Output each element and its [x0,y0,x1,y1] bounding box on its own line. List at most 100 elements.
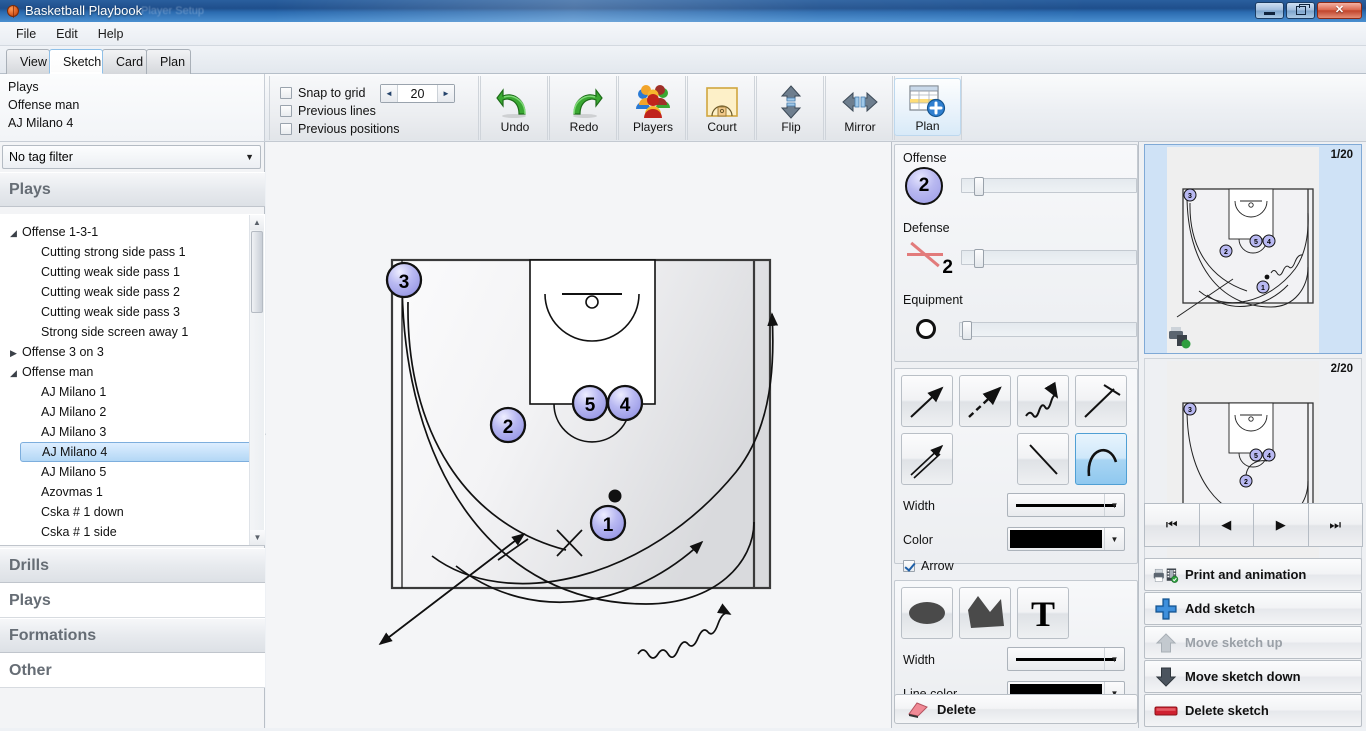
line-width-combo[interactable]: ▼ [1007,493,1125,517]
tree-item-aj-milano-3[interactable]: AJ Milano 3 [0,422,265,442]
court-icon [704,84,740,120]
menu-edit[interactable]: Edit [46,24,88,44]
tree-item-cutting-weak-side-pass-1[interactable]: Cutting weak side pass 1 [0,262,265,282]
snap-to-grid-checkbox[interactable] [280,87,292,99]
flip-button[interactable]: Flip [761,78,821,136]
library-section-other[interactable]: Other [0,653,265,688]
grid-size-stepper[interactable]: ◄ 20 ► [380,84,455,103]
sketch-preview-1: 3 2 5 4 1 [1167,147,1319,353]
shape-width-preview [1016,657,1116,661]
dashed-arrow-tool[interactable] [959,375,1011,427]
previous-lines-row[interactable]: Previous lines [280,102,475,120]
tree-item-aj-milano-1[interactable]: AJ Milano 1 [0,382,265,402]
offense-count-slider[interactable] [961,177,1137,196]
line-color-combo[interactable]: ▼ [1007,527,1125,551]
library-header-plays[interactable]: Plays [0,172,265,207]
minimize-button[interactable] [1255,2,1284,19]
double-line-arrow-tool[interactable] [901,433,953,485]
arrow-up-icon [1153,632,1179,654]
plain-line-tool[interactable] [1017,433,1069,485]
roster-counts-box: Offense 2 Defense 2 Equipment [894,144,1138,362]
equipment-count-slider[interactable] [959,321,1137,340]
text-tool[interactable]: T [1017,587,1069,639]
tree-item-cutting-weak-side-pass-2[interactable]: Cutting weak side pass 2 [0,282,265,302]
first-sketch-button[interactable]: ⏮ [1144,503,1200,547]
scroll-up-arrow-icon[interactable]: ▲ [250,215,264,230]
defense-slider-knob[interactable] [974,249,984,268]
sketch-thumbnail-1[interactable]: 1/20 3 2 5 4 1 [1144,144,1362,354]
tree-item-aj-milano-2[interactable]: AJ Milano 2 [0,402,265,422]
move-sketch-down-button[interactable]: Move sketch down [1144,660,1362,693]
arrow-checkbox[interactable] [903,560,915,572]
tree-item-strong-side-screen-away-1[interactable]: Strong side screen away 1 [0,322,265,342]
add-sketch-button[interactable]: Add sketch [1144,592,1362,625]
polygon-tool[interactable] [959,587,1011,639]
previous-lines-checkbox[interactable] [280,105,292,117]
undo-button[interactable]: Undo [485,78,545,136]
menu-file[interactable]: File [6,24,46,44]
ellipse-tool[interactable] [901,587,953,639]
tree-item-cska-1-down[interactable]: Cska # 1 down [0,502,265,522]
plan-button[interactable]: Plan [894,78,961,136]
grid-decrement-button[interactable]: ◄ [381,85,398,102]
mirror-button[interactable]: Mirror [830,78,890,136]
tab-sketch[interactable]: Sketch [49,49,103,74]
plan-add-icon [908,83,948,119]
library-section-formations[interactable]: Formations [0,618,265,653]
court-button[interactable]: Court [692,78,752,136]
menu-bar: File Edit Help [0,22,1366,46]
library-section-drills[interactable]: Drills [0,548,265,583]
tree-item-cutting-weak-side-pass-3[interactable]: Cutting weak side pass 3 [0,302,265,322]
chevron-down-icon-shape-width[interactable]: ▼ [1104,648,1124,670]
window-controls: ✕ [1255,2,1362,19]
redo-button[interactable]: Redo [554,78,614,136]
print-and-animation-button[interactable]: Print and animation [1144,558,1362,591]
menu-help[interactable]: Help [88,24,134,44]
tag-filter-dropdown[interactable]: No tag filter ▼ [2,145,261,169]
offense-slider-knob[interactable] [974,177,984,196]
previous-positions-row[interactable]: Previous positions [280,120,475,138]
players-button[interactable]: Players [623,78,683,136]
equipment-slider-knob[interactable] [962,321,972,340]
screen-line-tool[interactable] [1075,375,1127,427]
court-drawing[interactable]: 3 2 5 4 1 [266,142,891,728]
tree-item-cska-1-side[interactable]: Cska # 1 side [0,522,265,542]
scroll-down-arrow-icon[interactable]: ▼ [250,530,265,545]
close-button[interactable]: ✕ [1317,2,1362,19]
court-canvas[interactable]: 3 2 5 4 1 [266,142,891,728]
chevron-down-icon-width[interactable]: ▼ [1104,494,1124,516]
tree-item-aj-milano-4[interactable]: AJ Milano 4 [20,442,257,462]
expander-open-icon[interactable]: ◢ [10,223,22,243]
next-sketch-button[interactable]: ▶ [1253,503,1309,547]
line-width-label: Width [903,499,935,513]
expander-closed-icon[interactable]: ▶ [10,343,22,363]
library-section-plays[interactable]: Plays [0,583,265,618]
tab-view[interactable]: View [6,49,50,74]
delete-button[interactable]: Delete [894,694,1138,724]
tab-card[interactable]: Card [102,49,147,74]
tree-item-aj-milano-5[interactable]: AJ Milano 5 [0,462,265,482]
scroll-thumb[interactable] [251,231,263,313]
plays-tree[interactable]: ◢ Offense 1-3-1 Cutting strong side pass … [0,214,265,546]
shape-width-combo[interactable]: ▼ [1007,647,1125,671]
restore-button[interactable] [1286,2,1315,19]
tab-plan[interactable]: Plan [146,49,191,74]
wavy-arrow-tool[interactable] [1017,375,1069,427]
previous-sketch-button[interactable]: ◀ [1198,503,1254,547]
delete-sketch-button[interactable]: Delete sketch [1144,694,1362,727]
chevron-down-icon-color[interactable]: ▼ [1104,528,1124,550]
last-sketch-button[interactable]: ⏭ [1307,503,1363,547]
arrow-toggle-row[interactable]: Arrow [903,559,954,573]
straight-arrow-tool[interactable] [901,375,953,427]
grid-increment-button[interactable]: ► [437,85,454,102]
defense-count-slider[interactable] [961,249,1137,268]
tree-item-cutting-strong-side-pass-1[interactable]: Cutting strong side pass 1 [0,242,265,262]
flip-vertical-icon [776,84,806,120]
move-sketch-up-button[interactable]: Move sketch up [1144,626,1362,659]
previous-positions-checkbox[interactable] [280,123,292,135]
tree-scrollbar[interactable]: ▲ ▼ [249,215,265,545]
expander-open-icon-2[interactable]: ◢ [10,363,22,383]
eraser-icon [905,700,931,718]
curve-line-tool[interactable] [1075,433,1127,485]
tree-item-azovmas-1[interactable]: Azovmas 1 [0,482,265,502]
